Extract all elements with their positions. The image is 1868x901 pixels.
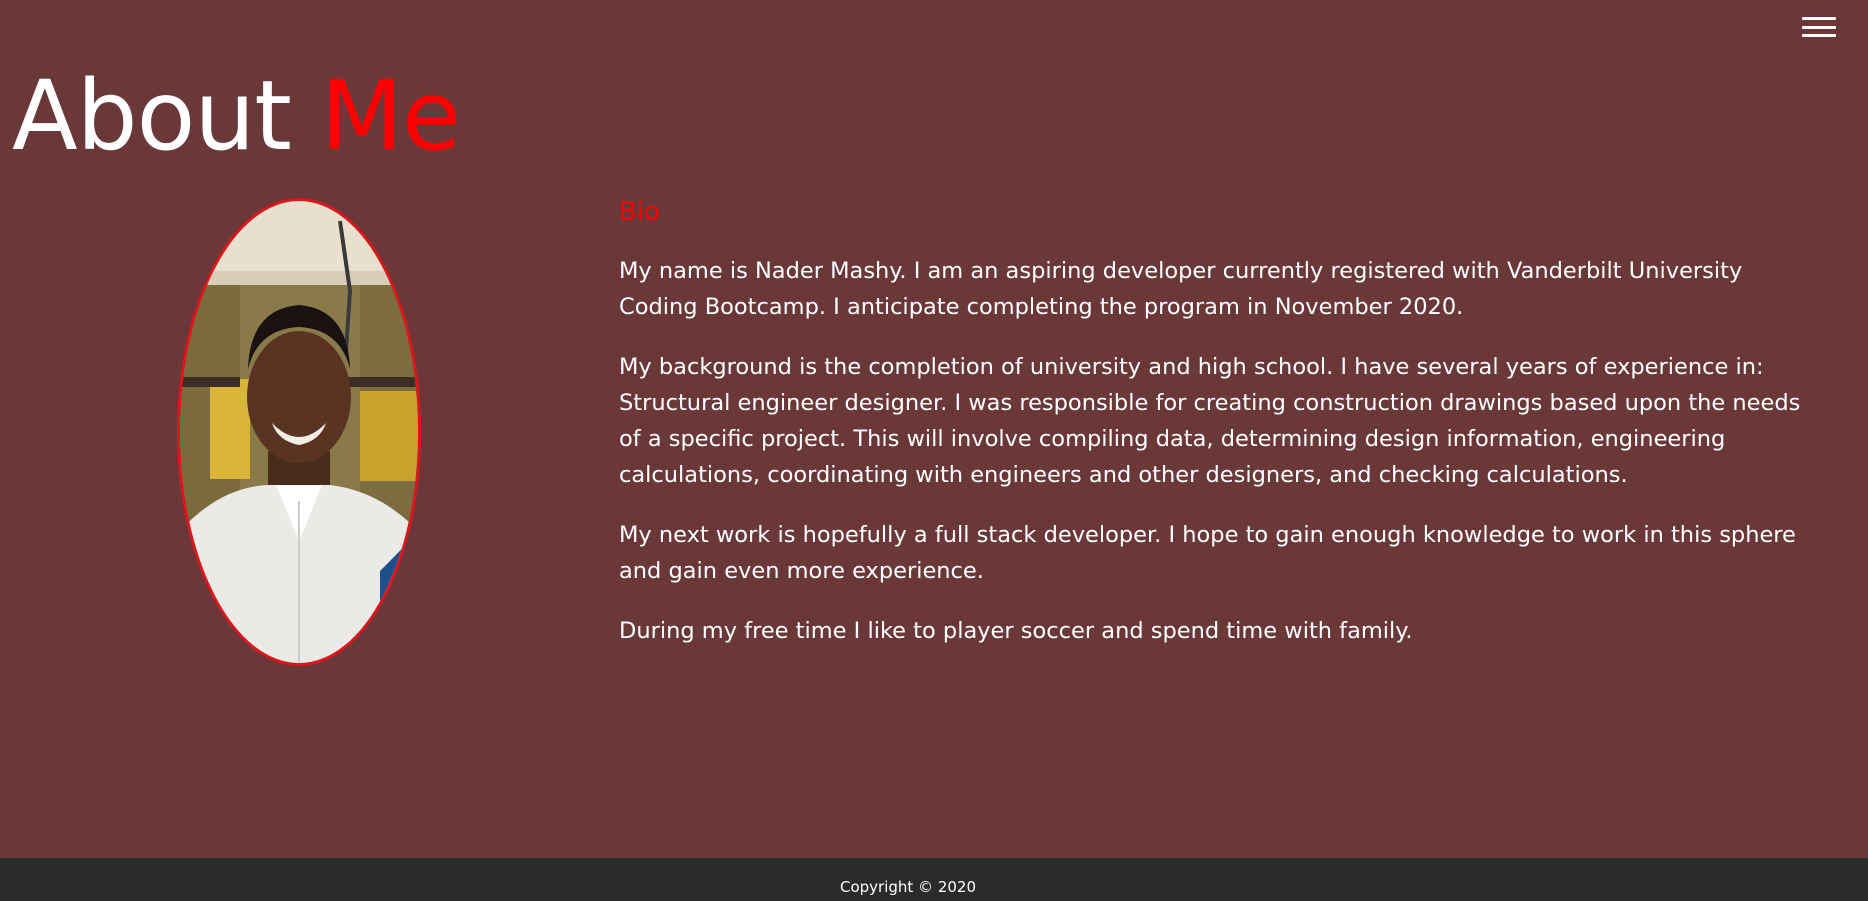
page-title-main: About	[12, 60, 292, 172]
footer: Copyright © 2020	[0, 858, 1868, 901]
bio-paragraph: My background is the completion of unive…	[619, 354, 1801, 488]
bio-heading: Bio	[619, 197, 660, 227]
hamburger-menu-icon[interactable]	[1802, 14, 1836, 40]
bio-paragraph: During my free time I like to player soc…	[619, 618, 1413, 644]
page-title: About Me	[12, 68, 461, 164]
menu-bar	[1802, 17, 1836, 20]
profile-photo	[177, 198, 421, 666]
menu-bar	[1802, 25, 1836, 29]
bio-paragraph: My name is Nader Mashy. I am an aspiring…	[619, 258, 1743, 320]
page-title-accent: Me	[320, 60, 461, 172]
bio-section: Bio My name is Nader Mashy. I am an aspi…	[619, 195, 1809, 673]
menu-bar	[1802, 34, 1836, 37]
bio-paragraph: My next work is hopefully a full stack d…	[619, 522, 1796, 584]
copyright-text: Copyright © 2020	[839, 878, 976, 896]
profile-photo-image	[180, 201, 418, 663]
